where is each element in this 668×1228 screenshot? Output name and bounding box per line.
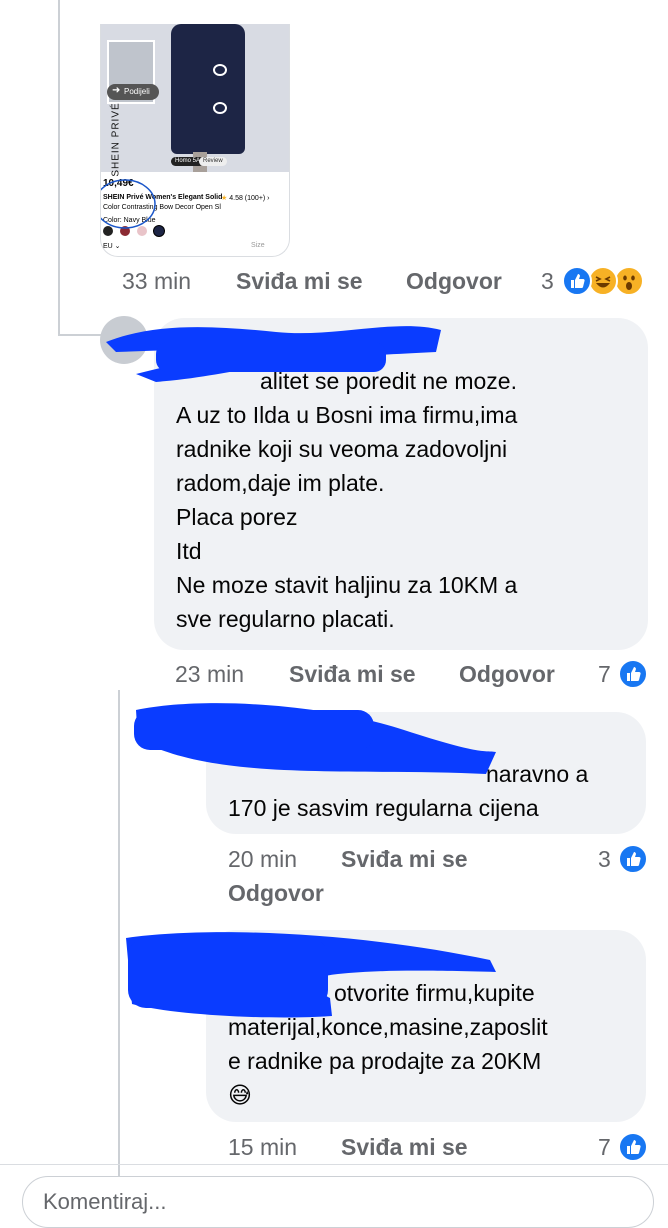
like-icon [618, 659, 648, 689]
comment-time[interactable]: 15 min [228, 1134, 297, 1161]
like-button[interactable]: Sviđa mi se [341, 1134, 468, 1161]
comment-time[interactable]: 20 min [228, 846, 297, 873]
thread-line [58, 0, 60, 336]
comment-line: 170 je sasvim regularna cijena [228, 795, 539, 821]
comment-input-placeholder: Komentiraj... [43, 1189, 167, 1214]
comment-time[interactable]: 23 min [175, 661, 244, 688]
like-button[interactable]: Sviđa mi se [289, 661, 416, 688]
reaction-count[interactable]: 3 [541, 268, 554, 295]
like-icon [618, 1132, 648, 1162]
reply-button[interactable]: Odgovor [406, 268, 502, 295]
like-icon [618, 844, 648, 874]
like-button[interactable]: Sviđa mi se [341, 846, 468, 873]
divider [0, 1164, 668, 1165]
sweat-smile-emoji: 😅 [228, 1082, 252, 1108]
annotation-circle [101, 179, 156, 229]
comment-line: Placa porez [176, 504, 298, 530]
like-icon [562, 266, 592, 296]
redaction-scribble [106, 326, 441, 382]
reply-button[interactable]: Odgovor [228, 880, 324, 907]
comment-input[interactable]: Komentiraj... [22, 1176, 654, 1228]
haha-icon [588, 266, 618, 296]
comment-line: e radnike pa prodajte za 20KM [228, 1048, 542, 1074]
comment-line: Itd [176, 538, 202, 564]
comment-text: alitet se poredit ne moze. A uz to Ilda … [176, 364, 517, 636]
product-screenshot-attachment[interactable]: ➜ Podijeli SHEIN PRIVÉ Homo 5A Review 10… [100, 24, 290, 257]
like-button[interactable]: Sviđa mi se [236, 268, 363, 295]
comment-line: A uz to Ilda u Bosni ima firmu,ima [176, 402, 518, 428]
comment-line: sve regularno placati. [176, 606, 395, 632]
reply-button[interactable]: Odgovor [459, 661, 555, 688]
redaction-scribble [126, 932, 496, 1018]
comment-line: Ne moze stavit haljinu za 10KM a [176, 572, 518, 598]
wow-icon [614, 266, 644, 296]
comment-time[interactable]: 33 min [122, 268, 191, 295]
reaction-count[interactable]: 7 [598, 661, 611, 688]
comment-line: radom,daje im plate. [176, 470, 385, 496]
comment-line: radnike koji su veoma zadovoljni [176, 436, 508, 462]
reaction-count[interactable]: 3 [598, 846, 611, 873]
redaction-scribble [134, 703, 496, 774]
reaction-count[interactable]: 7 [598, 1134, 611, 1161]
